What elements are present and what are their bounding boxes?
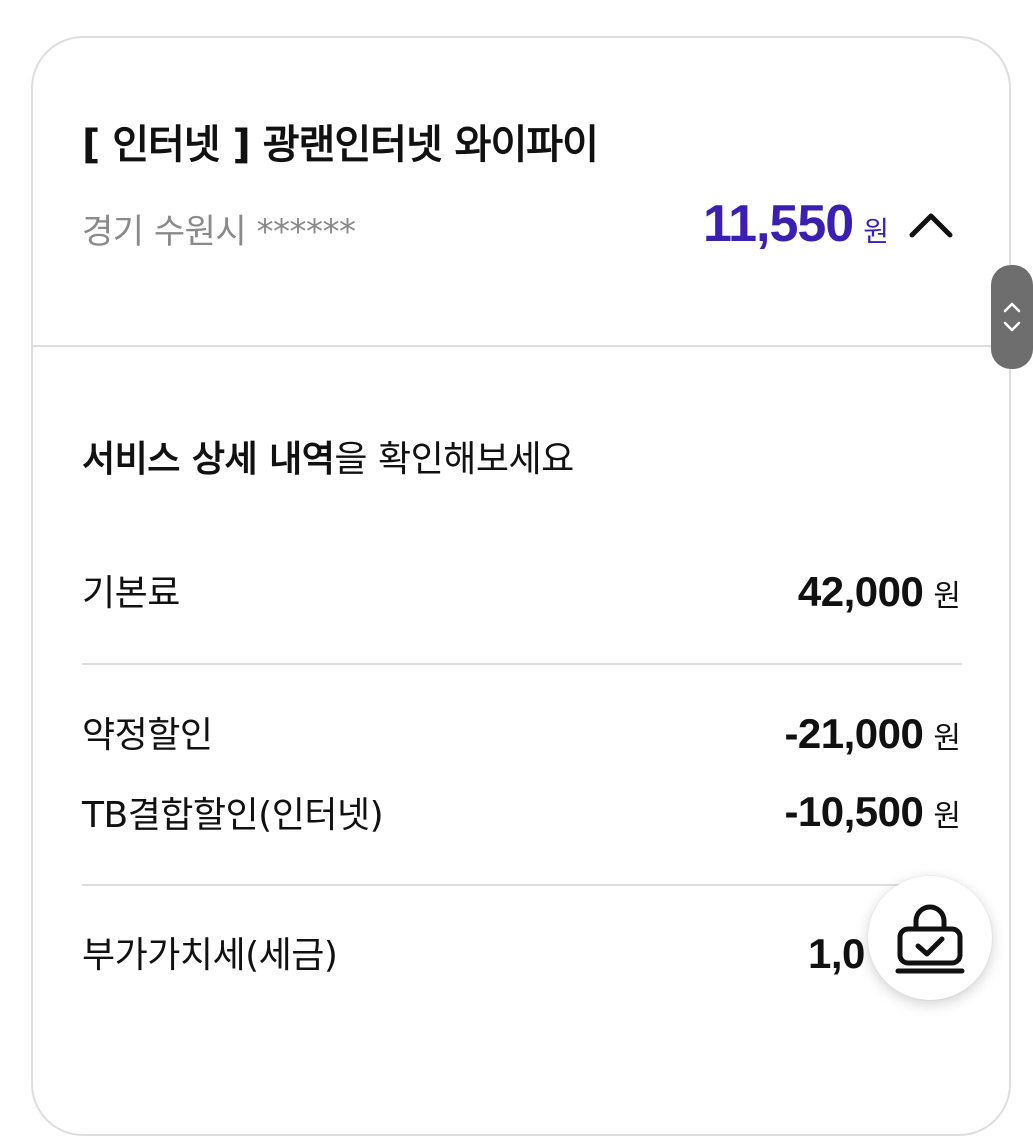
fee-amount: 42,000 <box>797 568 924 615</box>
chevron-up-icon <box>1003 302 1021 313</box>
fee-unit: 원 <box>933 579 961 614</box>
product-title: [ 인터넷 ] 광랜인터넷 와이파이 <box>82 122 599 168</box>
header-divider <box>33 345 1009 347</box>
section-heading-bold: 서비스 상세 내역 <box>82 439 335 480</box>
price-amount: 11,550 <box>703 195 854 253</box>
fee-unit: 원 <box>933 721 961 756</box>
fee-value-contract-discount: -21,000 원 <box>784 710 961 758</box>
price-unit: 원 <box>863 215 889 248</box>
scroll-handle[interactable] <box>991 265 1033 369</box>
section-heading: 서비스 상세 내역을 확인해보세요 <box>82 430 574 482</box>
fee-amount: 1,0 <box>808 930 865 977</box>
fee-value-basic: 42,000 원 <box>798 568 961 616</box>
fee-value-vat: 1,0 <box>808 930 865 978</box>
row-divider <box>82 884 962 886</box>
chevron-up-icon <box>909 213 953 238</box>
fee-value-tb-bundle-discount: -10,500 원 <box>784 788 961 836</box>
section-heading-rest: 을 확인해보세요 <box>334 439 574 480</box>
chevron-down-icon <box>1003 321 1021 332</box>
fee-label-tb-bundle-discount: TB결합할인(인터넷) <box>82 795 384 836</box>
fee-label-basic: 기본료 <box>82 573 180 614</box>
shopping-bag-check-icon <box>895 904 965 974</box>
floating-order-button[interactable] <box>868 876 992 1000</box>
row-divider <box>82 663 962 665</box>
fee-label-contract-discount: 약정할인 <box>82 715 213 756</box>
collapse-toggle-button[interactable] <box>906 206 956 242</box>
monthly-price: 11,550 원 <box>703 194 889 254</box>
location-text: 경기 수원시 ****** <box>82 212 356 252</box>
fee-unit: 원 <box>933 799 961 834</box>
fee-amount: -10,500 <box>784 788 924 835</box>
fee-amount: -21,000 <box>784 710 924 757</box>
fee-label-vat: 부가가치세(세금) <box>82 935 338 976</box>
